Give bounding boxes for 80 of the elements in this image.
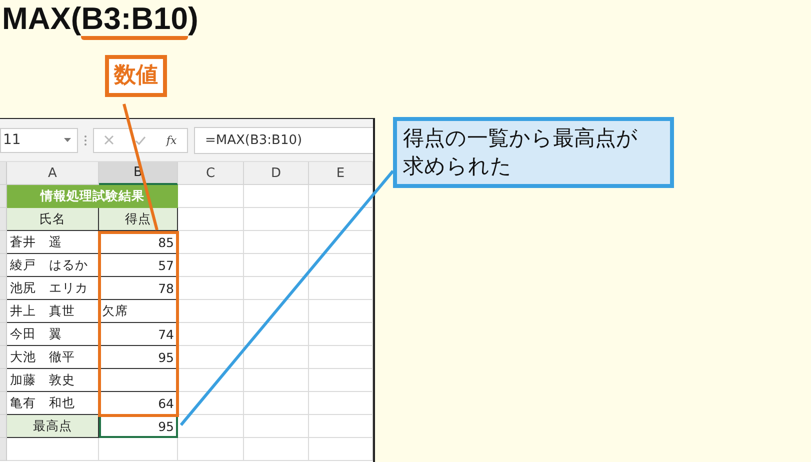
empty-cell — [244, 346, 309, 369]
row-header[interactable] — [0, 208, 7, 231]
empty-cell — [309, 208, 373, 231]
column-header[interactable]: C — [178, 162, 244, 185]
empty-cell — [309, 277, 373, 300]
row-header[interactable] — [0, 231, 7, 254]
empty-cell — [244, 254, 309, 277]
score-cell: 85 — [99, 231, 178, 254]
empty-cell — [244, 185, 309, 208]
column-heading-cell: 得点 — [99, 208, 178, 231]
column-header[interactable]: E — [309, 162, 373, 185]
score-cell: 欠席 — [99, 300, 178, 323]
checkmark-icon[interactable] — [134, 136, 146, 144]
empty-cell — [178, 254, 244, 277]
select-all-corner[interactable] — [0, 162, 7, 185]
name-box[interactable]: 11 — [0, 128, 78, 152]
row-header[interactable] — [0, 323, 7, 346]
label-cell: 最高点 — [7, 415, 99, 438]
empty-cell — [309, 346, 373, 369]
empty-cell — [178, 277, 244, 300]
empty-cell — [244, 438, 309, 461]
dropdown-arrow-icon[interactable] — [64, 138, 71, 142]
column-header[interactable]: A — [7, 162, 99, 185]
row-header[interactable] — [0, 346, 7, 369]
empty-cell — [178, 323, 244, 346]
callout-text: 得点の一覧から最高点が求められた — [403, 125, 639, 180]
empty-cell — [178, 392, 244, 415]
empty-cell — [309, 438, 373, 461]
empty-cell — [309, 392, 373, 415]
row-header[interactable] — [0, 392, 7, 415]
row-header[interactable] — [0, 254, 7, 277]
empty-cell — [244, 300, 309, 323]
row-header[interactable] — [0, 185, 7, 208]
score-cell: 64 — [99, 392, 178, 415]
name-cell: 加藤 敦史 — [7, 369, 99, 392]
score-cell: 95 — [99, 346, 178, 369]
empty-cell — [244, 231, 309, 254]
empty-cell — [309, 415, 373, 438]
score-cell: 57 — [99, 254, 178, 277]
cancel-icon[interactable] — [104, 135, 114, 145]
row-header[interactable] — [0, 438, 7, 461]
score-cell: 74 — [99, 323, 178, 346]
empty-cell — [244, 369, 309, 392]
empty-cell — [309, 185, 373, 208]
formula-field[interactable]: =MAX(B3:B10) — [194, 126, 373, 154]
name-cell: 池尻 エリカ — [7, 277, 99, 300]
empty-cell — [178, 231, 244, 254]
row-header[interactable] — [0, 415, 7, 438]
name-cell: 綾戸 はるか — [7, 254, 99, 277]
row-header[interactable] — [0, 277, 7, 300]
insert-function-button[interactable]: fx — [166, 134, 177, 146]
empty-cell — [309, 254, 373, 277]
empty-cell — [178, 369, 244, 392]
formula-heading: MAX(B3:B10) — [0, 0, 198, 38]
name-cell: 蒼井 遥 — [7, 231, 99, 254]
table-title-cell: 情報処理試験結果 — [7, 185, 178, 208]
empty-cell — [178, 415, 244, 438]
name-cell: 井上 真世 — [7, 300, 99, 323]
column-heading-cell: 氏名 — [7, 208, 99, 231]
empty-cell — [178, 300, 244, 323]
grip-icon — [84, 134, 87, 146]
empty-cell — [309, 300, 373, 323]
row-header[interactable] — [0, 369, 7, 392]
score-cell: 78 — [99, 277, 178, 300]
argument-label: 数値 — [105, 55, 167, 97]
result-cell[interactable]: 95 — [99, 415, 178, 438]
name-cell: 今田 翼 — [7, 323, 99, 346]
empty-cell — [178, 346, 244, 369]
empty-cell — [244, 208, 309, 231]
empty-cell — [244, 323, 309, 346]
empty-cell — [178, 438, 244, 461]
empty-cell — [309, 231, 373, 254]
empty-cell — [244, 277, 309, 300]
empty-cell — [244, 392, 309, 415]
empty-cell — [309, 369, 373, 392]
empty-cell — [244, 415, 309, 438]
empty-cell — [309, 323, 373, 346]
column-header[interactable]: D — [244, 162, 309, 185]
row-header[interactable] — [0, 300, 7, 323]
name-cell: 大池 徹平 — [7, 346, 99, 369]
